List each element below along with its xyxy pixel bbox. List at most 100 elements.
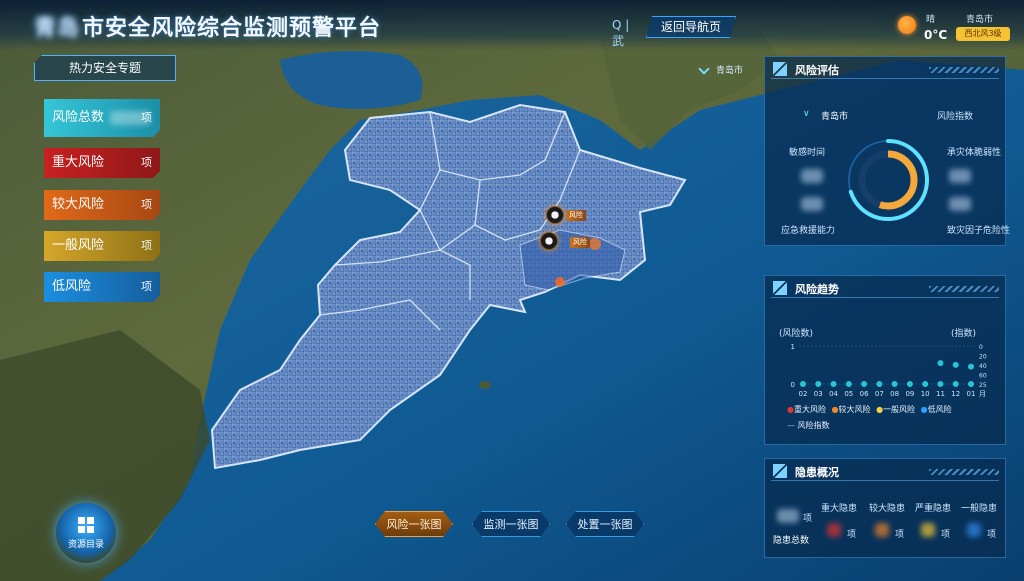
legend-dot-low: ● xyxy=(920,405,928,414)
risk-larger-button[interactable]: 较大风险 项 xyxy=(44,190,160,220)
x-tick-label: 10 xyxy=(921,390,930,398)
hazard-total-unit: 项 xyxy=(803,514,813,524)
low-risk-point xyxy=(922,381,929,387)
risk-total-button[interactable]: 风险总数 项 xyxy=(44,99,160,137)
risk-marker-tag[interactable]: 风险 xyxy=(566,210,586,221)
page-title-city: 青岛 xyxy=(34,16,81,41)
map-city-name: 青岛市 xyxy=(716,66,744,76)
risk-trend-panel: 风险趋势 (风险数) (指数) 0 1 25 60 40 20 0 02 03 04 05 06 07 0… xyxy=(764,275,1006,445)
low-risk-point xyxy=(800,381,806,387)
risk-index-point xyxy=(968,363,974,370)
x-tick-label: 04 xyxy=(829,390,838,398)
risk-total-unit: 项 xyxy=(141,111,152,124)
heat-spot xyxy=(555,277,565,287)
panel-title-icon xyxy=(773,464,787,478)
search-box[interactable]: Q | 武 xyxy=(612,18,642,48)
assessment-city[interactable]: 青岛市 xyxy=(821,109,848,122)
legend-line-index: — xyxy=(787,421,795,430)
risk-general-button[interactable]: 一般风险 项 xyxy=(44,231,160,261)
risk-marker-tag[interactable]: 风险 xyxy=(570,237,590,248)
hazard-unit-serious: 项 xyxy=(941,530,951,540)
hazard-total-value xyxy=(777,509,799,523)
x-tick-label: 11 xyxy=(936,390,945,398)
heat-safety-topic-button[interactable]: 热力安全专题 xyxy=(34,55,176,81)
legend-general: 一般风险 xyxy=(883,405,916,414)
metric-sensitive-time: 敏感时间 xyxy=(789,148,826,158)
trend-legend: ●重大风险 ●较大风险 ●一般风险 ●低风险 xyxy=(787,404,952,415)
risk-major-unit: 项 xyxy=(141,156,152,169)
y2-tick-label: 40 xyxy=(979,363,987,370)
metric-hazard-factor: 致灾因子危险性 xyxy=(947,226,1011,236)
risk-marker-pin[interactable] xyxy=(540,232,558,250)
decor-stripes xyxy=(929,286,999,292)
y2-tick-label: 25 xyxy=(979,382,987,389)
risk-total-label: 风险总数 xyxy=(52,110,105,125)
weather-state: 晴 xyxy=(926,15,936,25)
temperature: 0°C xyxy=(924,28,948,42)
back-to-nav-button[interactable]: 返回导航页 xyxy=(646,16,736,38)
hazard-unit-major: 项 xyxy=(847,530,857,540)
wind-badge: 西北风3级 xyxy=(956,27,1010,41)
hazard-category-serious: 严重隐患 xyxy=(915,504,952,514)
chevron-down-icon: ∨ xyxy=(803,109,810,119)
risk-assessment-panel: 风险评估 ∨ 青岛市 风险指数 敏感时间 承灾体脆弱性 应急救援能力 致灾因子危… xyxy=(764,56,1010,246)
risk-low-unit: 项 xyxy=(141,280,152,293)
panel-header: 风险趋势 xyxy=(771,280,999,298)
panel-header: 风险评估 xyxy=(771,61,999,79)
x-tick-label: 02 xyxy=(799,390,808,398)
resource-catalog-button[interactable]: 资源目录 xyxy=(56,503,116,563)
hazard-value-larger xyxy=(875,523,889,537)
top-header: 青岛市安全风险综合监测预警平台 Q | 武 返回导航页 晴 0°C 青岛市 西北… xyxy=(0,0,1024,50)
risk-marker-pin[interactable] xyxy=(546,206,564,224)
hazard-total-label: 隐患总数 xyxy=(773,536,810,546)
hazard-value-serious xyxy=(921,523,935,537)
resource-catalog-label: 资源目录 xyxy=(67,540,104,550)
risk-major-button[interactable]: 重大风险 项 xyxy=(44,148,160,178)
x-tick-label: 08 xyxy=(890,390,899,398)
panel-title: 风险评估 xyxy=(795,64,839,77)
monitoring-map-button[interactable]: 监测一张图 xyxy=(472,511,550,537)
hazard-overview-panel: 隐患概况 项 隐患总数 重大隐患 较大隐患 严重隐患 一般隐患 项 项 项 项 xyxy=(764,458,1006,558)
risk-larger-label: 较大风险 xyxy=(52,197,105,212)
legend-larger: 较大风险 xyxy=(838,405,871,414)
low-risk-point xyxy=(830,381,837,387)
low-risk-point xyxy=(952,381,959,387)
legend-dot-larger: ● xyxy=(831,405,839,414)
disposal-map-button[interactable]: 处置一张图 xyxy=(566,511,644,537)
hazard-category-major: 重大隐患 xyxy=(821,504,858,514)
hazard-value-general xyxy=(967,523,981,537)
risk-low-button[interactable]: 低风险 项 xyxy=(44,272,160,302)
risk-index-point xyxy=(937,360,944,367)
x-tick-label: 07 xyxy=(875,390,884,398)
legend-major: 重大风险 xyxy=(793,405,826,414)
low-risk-point xyxy=(891,381,898,387)
panel-header: 隐患概况 xyxy=(771,463,999,481)
sun-icon xyxy=(898,16,916,34)
metric-value-blurred xyxy=(801,169,823,183)
metric-value-blurred xyxy=(949,197,971,211)
x-tick-label: 12 xyxy=(951,390,960,398)
risk-general-label: 一般风险 xyxy=(52,238,105,253)
x-tick-label: 05 xyxy=(844,390,853,398)
island xyxy=(479,381,491,389)
panel-title: 隐患概况 xyxy=(795,466,839,479)
hazard-category-general: 一般隐患 xyxy=(961,504,998,514)
low-risk-point xyxy=(906,381,913,387)
dashboard-stage: 青岛市安全风险综合监测预警平台 Q | 武 返回导航页 晴 0°C 青岛市 西北… xyxy=(0,0,1024,581)
risk-major-label: 重大风险 xyxy=(52,155,105,170)
low-risk-point xyxy=(937,381,944,387)
x-tick-label: 01 xyxy=(967,390,976,398)
page-title: 青岛市安全风险综合监测预警平台 xyxy=(34,10,381,42)
legend-low: 低风险 xyxy=(927,405,952,414)
risk-index-point xyxy=(952,361,959,368)
panel-title-icon xyxy=(773,281,787,295)
risk-map-button[interactable]: 风险一张图 xyxy=(375,511,453,537)
panel-title: 风险趋势 xyxy=(795,283,839,296)
panel-title-icon xyxy=(773,62,787,76)
hazard-unit-larger: 项 xyxy=(895,530,905,540)
x-unit-label: 月 xyxy=(979,390,986,398)
y-tick-label: 0 xyxy=(791,381,795,389)
decor-stripes xyxy=(929,469,999,475)
y2-tick-label: 60 xyxy=(979,373,987,380)
risk-index-label: 风险指数 xyxy=(937,112,974,122)
